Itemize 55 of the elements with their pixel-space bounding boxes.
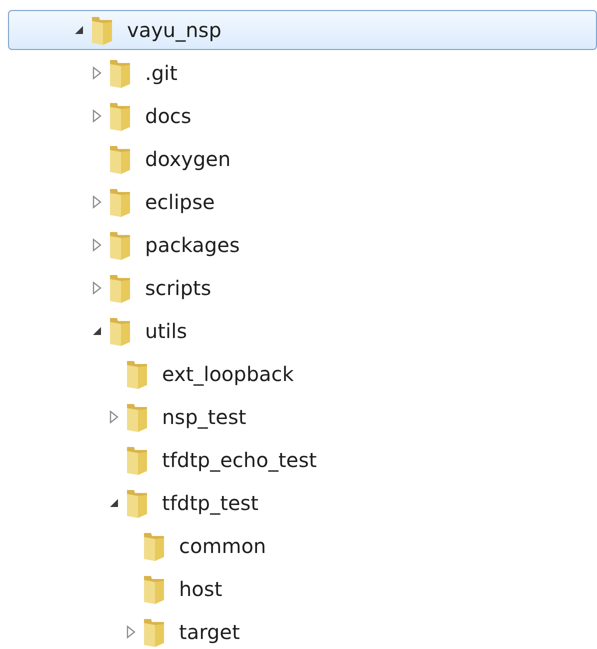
folder-icon: [107, 316, 133, 346]
folder-icon: [124, 444, 150, 474]
folder-icon: [107, 272, 133, 302]
folder-icon: [107, 58, 133, 88]
tree-item[interactable]: eclipse: [0, 182, 216, 222]
folder-icon: [107, 144, 133, 174]
folder-label: common: [179, 534, 266, 558]
folder-icon: [124, 488, 150, 518]
folder-label: nsp_test: [162, 404, 246, 428]
folder-label: .git: [145, 60, 178, 84]
tree-item[interactable]: tfdtp_test: [0, 482, 260, 522]
folder-label: packages: [145, 232, 240, 256]
folder-label: tfdtp_test: [162, 490, 259, 514]
tree-item[interactable]: utils: [0, 310, 188, 350]
folder-icon: [107, 186, 133, 216]
folder-icon: [89, 14, 115, 44]
tree-item[interactable]: target: [0, 612, 241, 649]
tree-item[interactable]: common: [0, 526, 268, 566]
folder-label: tfdtp_echo_test: [162, 448, 317, 472]
folder-label: docs: [145, 104, 192, 128]
folder-label: scripts: [145, 276, 212, 300]
collapsed-arrow-icon[interactable]: [90, 194, 102, 208]
tree-item[interactable]: host: [0, 568, 224, 608]
folder-label: vayu_nsp: [127, 18, 222, 42]
folder-label: doxygen: [145, 146, 231, 170]
tree-item[interactable]: vayu_nsp: [8, 10, 597, 50]
tree-item[interactable]: docs: [0, 96, 192, 136]
tree-item[interactable]: nsp_test: [0, 396, 248, 436]
tree-item[interactable]: ext_loopback: [0, 354, 295, 394]
folder-label: target: [179, 620, 240, 644]
expanded-arrow-icon[interactable]: [90, 324, 102, 336]
tree-item[interactable]: tfdtp_echo_test: [0, 440, 318, 480]
folder-label: ext_loopback: [162, 362, 294, 386]
tree-item[interactable]: .git: [0, 52, 178, 92]
folder-icon: [141, 530, 167, 560]
folder-icon: [124, 358, 150, 388]
collapsed-arrow-icon[interactable]: [124, 624, 136, 638]
folder-label: eclipse: [145, 190, 215, 214]
folder-icon: [141, 616, 167, 646]
tree-item[interactable]: scripts: [0, 268, 212, 308]
tree-item[interactable]: packages: [0, 224, 241, 264]
folder-icon: [107, 100, 133, 130]
collapsed-arrow-icon[interactable]: [90, 280, 102, 294]
folder-icon: [124, 402, 150, 432]
folder-icon: [141, 574, 167, 604]
tree-item[interactable]: doxygen: [0, 138, 232, 178]
folder-icon: [107, 230, 133, 260]
folder-label: utils: [145, 318, 188, 342]
collapsed-arrow-icon[interactable]: [90, 66, 102, 80]
folder-label: host: [179, 576, 222, 600]
expanded-arrow-icon[interactable]: [72, 24, 84, 36]
collapsed-arrow-icon[interactable]: [90, 108, 102, 122]
collapsed-arrow-icon[interactable]: [108, 410, 120, 424]
expanded-arrow-icon[interactable]: [108, 496, 120, 508]
collapsed-arrow-icon[interactable]: [90, 238, 102, 252]
